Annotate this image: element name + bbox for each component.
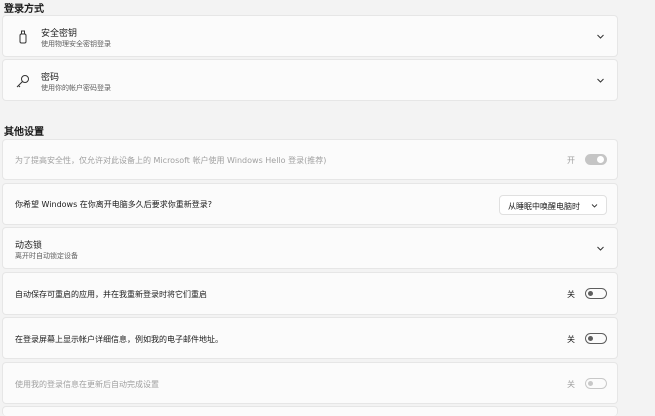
chevron-down-icon[interactable] [596,32,605,41]
password-card[interactable]: 密码 使用你的帐户密码登录 [2,59,618,101]
key-icon [15,73,31,89]
use-signin-info-toggle[interactable] [585,378,607,389]
security-key-card[interactable]: 安全密钥 使用物理安全密钥登录 [2,15,618,57]
dynamic-lock-title: 动态锁 [15,241,43,251]
use-signin-info-state-label: 关 [567,380,575,389]
hello-only-title: 为了提高安全性，仅允许对此设备上的 Microsoft 帐户使用 Windows… [15,156,327,165]
usb-key-icon [15,29,31,45]
dynamic-lock-subtitle: 离开时自动锁定设备 [15,252,78,260]
chevron-down-icon[interactable] [596,244,605,253]
chevron-down-icon [591,202,598,209]
next-card-partial [2,406,618,416]
section-title-other: 其他设置 [4,127,44,138]
show-details-state-label: 关 [567,335,575,344]
require-signin-title: 你希望 Windows 在你离开电脑多久后要求你重新登录? [15,200,213,209]
security-key-subtitle: 使用物理安全密钥登录 [41,40,111,48]
dropdown-value: 从睡眠中唤醒电脑时 [508,202,580,211]
hello-only-state-label: 开 [567,156,575,165]
restart-apps-card: 自动保存可重启的应用，并在我重新登录时将它们重启 关 [2,272,618,315]
hello-only-toggle[interactable] [585,154,607,165]
use-signin-info-card: 使用我的登录信息在更新后自动完成设置 关 [2,362,618,404]
password-title: 密码 [41,73,60,83]
show-details-toggle[interactable] [585,333,607,344]
section-title-signin: 登录方式 [4,4,44,15]
restart-apps-state-label: 关 [567,290,575,299]
require-signin-card: 你希望 Windows 在你离开电脑多久后要求你重新登录? 从睡眠中唤醒电脑时 [2,183,618,225]
show-details-card: 在登录屏幕上显示帐户详细信息，例如我的电子邮件地址。 关 [2,317,618,359]
require-signin-dropdown[interactable]: 从睡眠中唤醒电脑时 [499,195,607,215]
hello-only-card: 为了提高安全性，仅允许对此设备上的 Microsoft 帐户使用 Windows… [2,139,618,180]
dynamic-lock-card[interactable]: 动态锁 离开时自动锁定设备 [2,227,618,269]
use-signin-info-title: 使用我的登录信息在更新后自动完成设置 [15,380,159,389]
security-key-title: 安全密钥 [41,29,78,39]
password-subtitle: 使用你的帐户密码登录 [41,84,111,92]
restart-apps-toggle[interactable] [585,288,607,299]
chevron-down-icon[interactable] [596,76,605,85]
restart-apps-title: 自动保存可重启的应用，并在我重新登录时将它们重启 [15,290,207,299]
show-details-title: 在登录屏幕上显示帐户详细信息，例如我的电子邮件地址。 [15,335,223,344]
